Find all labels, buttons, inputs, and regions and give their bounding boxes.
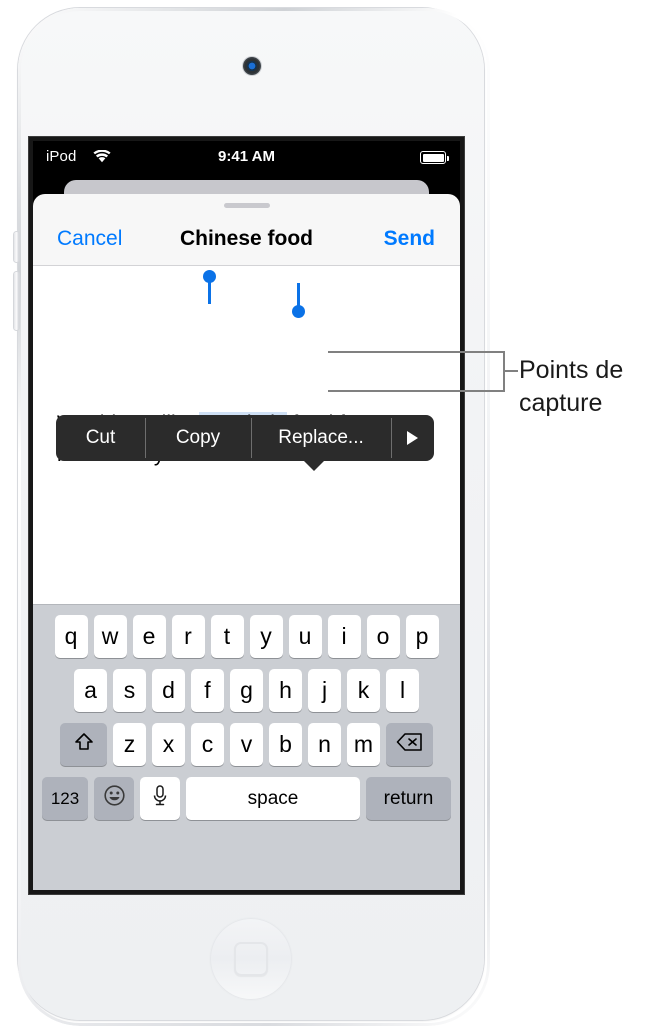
keyboard-row-3: z x c v b n m <box>33 723 460 766</box>
space-key[interactable]: space <box>186 777 360 820</box>
key-a[interactable]: a <box>74 669 107 712</box>
compose-sheet: Cancel Chinese food Send Would you like … <box>33 194 460 890</box>
key-b[interactable]: b <box>269 723 302 766</box>
key-d[interactable]: d <box>152 669 185 712</box>
key-l[interactable]: l <box>386 669 419 712</box>
key-s[interactable]: s <box>113 669 146 712</box>
edit-menu[interactable]: Cut Copy Replace... <box>56 415 434 461</box>
device-screen: iPod 9:41 AM Cancel Chinese food Send Wo… <box>33 141 460 890</box>
copy-button[interactable]: Copy <box>145 415 251 461</box>
compose-navbar: Cancel Chinese food Send <box>33 214 460 266</box>
chevron-right-icon <box>407 431 418 445</box>
key-g[interactable]: g <box>230 669 263 712</box>
key-y[interactable]: y <box>249 615 283 658</box>
key-u[interactable]: u <box>288 615 322 658</box>
microphone-icon <box>150 784 170 813</box>
numbers-key[interactable]: 123 <box>42 777 88 820</box>
key-k[interactable]: k <box>347 669 380 712</box>
emoji-key[interactable] <box>94 777 134 820</box>
volume-up-button[interactable] <box>14 232 19 262</box>
key-z[interactable]: z <box>113 723 146 766</box>
keyboard-row-1: q w e r t y u i o p <box>33 615 460 658</box>
onscreen-keyboard[interactable]: q w e r t y u i o p a s d f g h j k l z … <box>33 604 460 890</box>
volume-down-button[interactable] <box>14 272 19 330</box>
shift-arrow-icon <box>73 731 95 759</box>
key-p[interactable]: p <box>405 615 439 658</box>
key-q[interactable]: q <box>54 615 88 658</box>
callout-leader-line <box>505 370 518 372</box>
key-j[interactable]: j <box>308 669 341 712</box>
key-v[interactable]: v <box>230 723 263 766</box>
shift-key[interactable] <box>60 723 107 766</box>
battery-full-icon <box>420 151 449 164</box>
key-o[interactable]: o <box>366 615 400 658</box>
selection-end-handle-knob[interactable] <box>292 305 305 318</box>
status-time: 9:41 AM <box>218 148 275 165</box>
key-c[interactable]: c <box>191 723 224 766</box>
key-h[interactable]: h <box>269 669 302 712</box>
replace-button[interactable]: Replace... <box>251 415 391 461</box>
send-button[interactable]: Send <box>384 227 435 251</box>
key-f[interactable]: f <box>191 669 224 712</box>
callout-label: Points de capture <box>519 356 624 417</box>
return-key[interactable]: return <box>366 777 451 820</box>
front-camera-icon <box>243 57 261 75</box>
key-i[interactable]: i <box>327 615 361 658</box>
key-w[interactable]: w <box>93 615 127 658</box>
home-button[interactable] <box>210 918 292 1000</box>
sheet-grabber-icon[interactable] <box>223 203 270 208</box>
callout-bracket <box>328 351 505 392</box>
key-m[interactable]: m <box>347 723 380 766</box>
home-button-icon <box>234 942 268 976</box>
key-n[interactable]: n <box>308 723 341 766</box>
key-r[interactable]: r <box>171 615 205 658</box>
key-e[interactable]: e <box>132 615 166 658</box>
keyboard-row-2: a s d f g h j k l <box>33 669 460 712</box>
selection-start-handle-bar[interactable] <box>208 276 211 304</box>
backspace-delete-icon <box>396 731 423 758</box>
dictation-key[interactable] <box>140 777 180 820</box>
key-x[interactable]: x <box>152 723 185 766</box>
keyboard-row-4: 123 space return <box>33 777 460 820</box>
key-t[interactable]: t <box>210 615 244 658</box>
smiley-emoji-icon <box>103 784 126 813</box>
more-options-button[interactable] <box>391 415 434 461</box>
delete-key[interactable] <box>386 723 433 766</box>
edit-menu-pointer <box>303 460 325 471</box>
status-bar: iPod 9:41 AM <box>33 141 460 174</box>
cut-button[interactable]: Cut <box>56 415 145 461</box>
